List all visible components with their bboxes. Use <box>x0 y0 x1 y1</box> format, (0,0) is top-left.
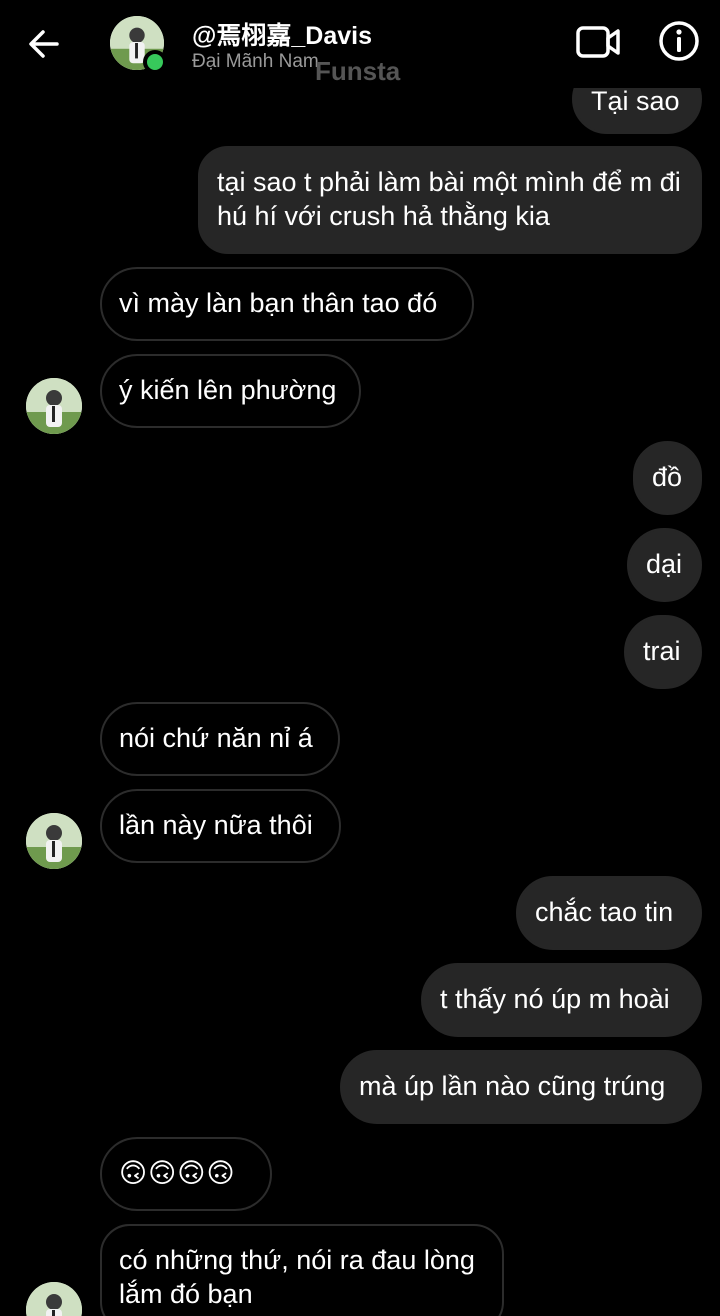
video-call-icon[interactable] <box>574 20 624 64</box>
message-text: trai <box>643 636 681 666</box>
message-incoming[interactable]: 🙃🙃🙃🙃 <box>100 1137 272 1211</box>
message-text: ý kiến lên phường <box>119 375 337 405</box>
message-incoming[interactable]: vì mày làn bạn thân tao đó <box>100 267 474 341</box>
message-outgoing[interactable]: tại sao t phải làm bài một mình để m đi … <box>198 146 702 254</box>
message-incoming[interactable]: ý kiến lên phường <box>100 354 361 428</box>
info-icon[interactable] <box>656 18 702 64</box>
message-outgoing[interactable]: trai <box>624 615 702 689</box>
message-text: chắc tao tin <box>535 897 674 927</box>
message-outgoing[interactable]: chắc tao tin <box>516 876 702 950</box>
message-outgoing[interactable]: t thấy nó úp m hoài <box>421 963 702 1037</box>
contact-avatar[interactable] <box>110 16 167 74</box>
message-text: 🙃🙃🙃🙃 <box>119 1158 236 1189</box>
message-incoming[interactable]: có những thứ, nói ra đau lòng lắm đó bạn <box>100 1224 504 1316</box>
message-text: đồ <box>652 462 683 492</box>
message-text: lần này nữa thôi <box>119 810 313 840</box>
contact-username[interactable]: @焉栩嘉_Davis <box>192 16 372 52</box>
message-text: vì mày làn bạn thân tao đó <box>119 288 438 318</box>
message-outgoing[interactable]: đồ <box>633 441 702 515</box>
contact-display-name: Đại Mãnh Nam <box>192 51 319 72</box>
message-incoming[interactable]: lần này nữa thôi <box>100 789 341 863</box>
sender-avatar[interactable] <box>26 1282 82 1316</box>
message-text: mà úp lần nào cũng trúng <box>359 1071 666 1101</box>
message-text: tại sao t phải làm bài một mình để m đi … <box>217 167 681 231</box>
message-text: có những thứ, nói ra đau lòng lắm đó bạn <box>119 1245 475 1309</box>
back-arrow-icon[interactable] <box>24 24 64 64</box>
message-text: nói chứ năn nỉ á <box>119 723 313 753</box>
app-watermark: Funsta <box>315 56 401 86</box>
online-status-indicator <box>143 50 167 74</box>
sender-avatar[interactable] <box>26 813 82 869</box>
message-text: t thấy nó úp m hoài <box>440 984 670 1014</box>
message-text: dại <box>646 549 683 579</box>
message-outgoing[interactable]: dại <box>627 528 702 602</box>
sender-avatar[interactable] <box>26 378 82 434</box>
message-incoming[interactable]: nói chứ năn nỉ á <box>100 702 340 776</box>
message-outgoing[interactable]: mà úp lần nào cũng trúng <box>340 1050 702 1124</box>
message-text: Tại sao <box>591 86 680 116</box>
